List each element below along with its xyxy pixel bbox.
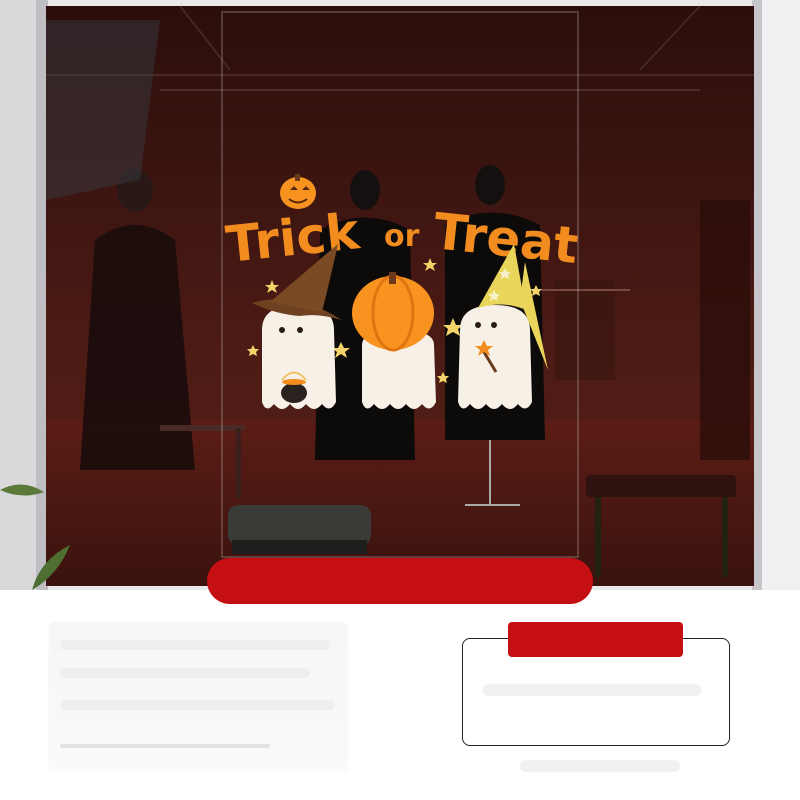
title-banner <box>207 558 593 604</box>
storefront-window-photo: Trick or Treat <box>0 0 800 590</box>
blurred-text-line <box>60 700 335 710</box>
ghost-pumpkin <box>352 272 436 409</box>
sticker-title-or: or <box>384 219 420 254</box>
product-image: Trick or Treat <box>0 0 800 800</box>
blurred-text-line <box>482 684 702 696</box>
blurred-text-line <box>60 744 270 748</box>
blurred-text-line <box>520 760 680 772</box>
blurred-text-line <box>60 640 330 650</box>
info-box-header <box>508 622 683 657</box>
blurred-text-line <box>60 668 310 678</box>
